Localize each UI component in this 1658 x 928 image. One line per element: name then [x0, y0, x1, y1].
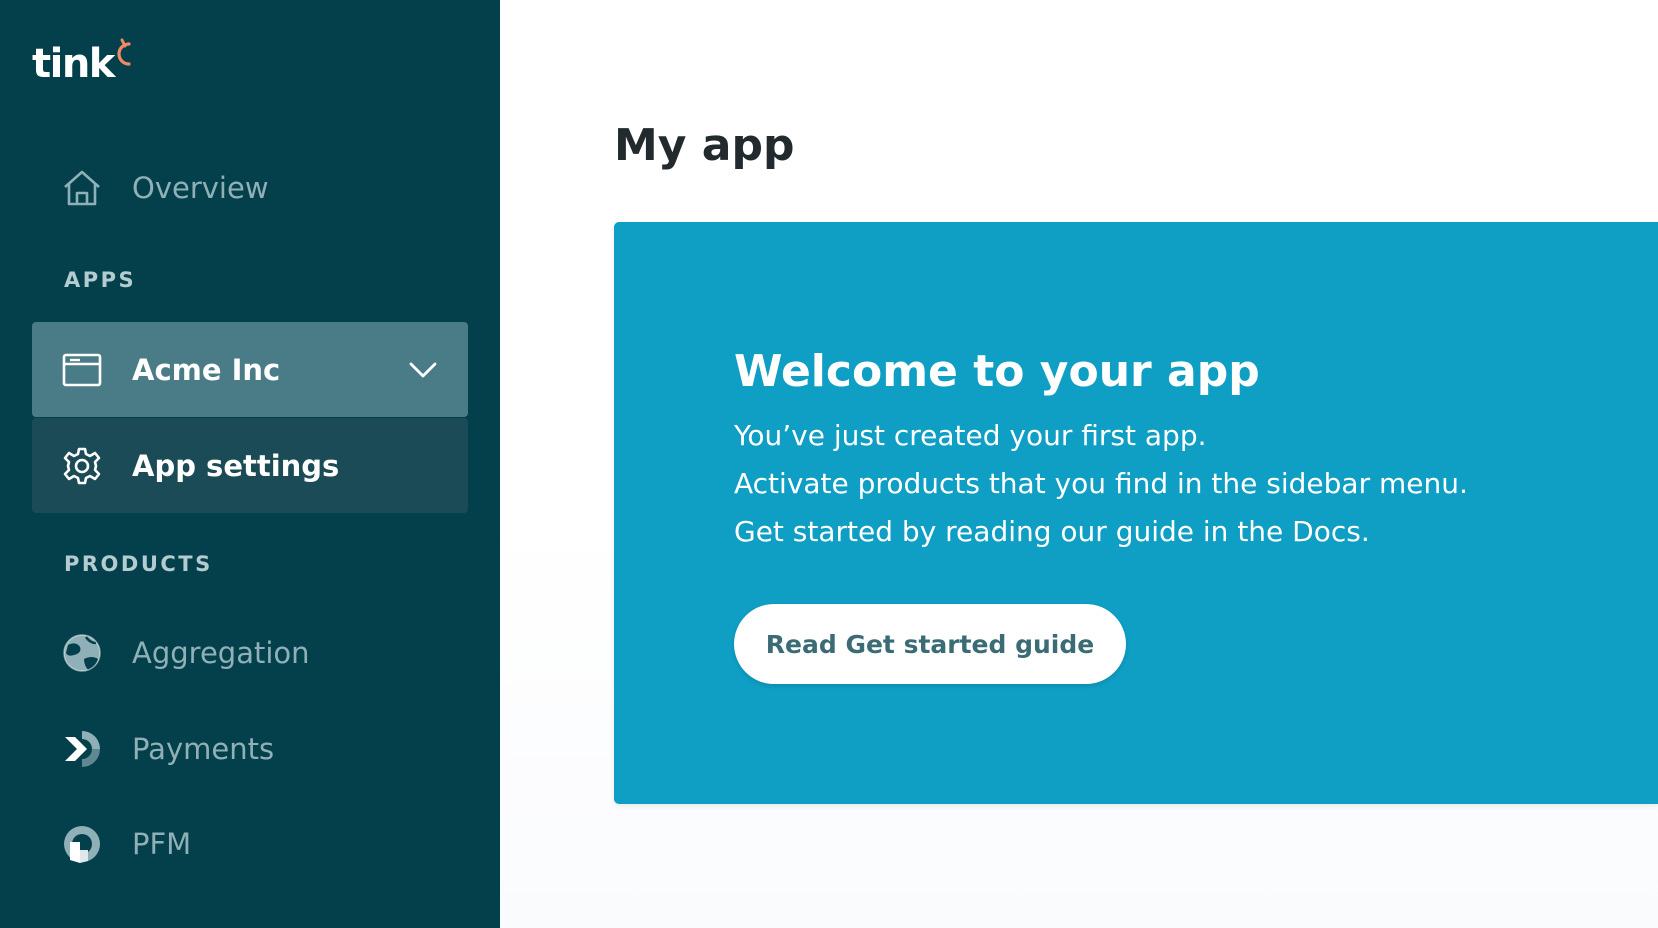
products-section-heading: PRODUCTS	[64, 552, 213, 576]
welcome-card: Welcome to your app You’ve just created …	[614, 222, 1658, 804]
sidebar-item-payments[interactable]: Payments	[32, 701, 468, 796]
app-window: tink Overview APPS Acme Inc App settings…	[0, 0, 1658, 928]
main-content: My app Welcome to your app You’ve just c…	[500, 0, 1658, 928]
welcome-line: Get started by reading our guide in the …	[734, 515, 1370, 548]
logo-text: tink	[32, 41, 115, 87]
gear-icon	[62, 446, 102, 486]
apps-section-heading: APPS	[64, 268, 137, 292]
sidebar-item-label: Overview	[132, 170, 269, 205]
globe-icon	[62, 633, 102, 673]
home-icon	[62, 168, 102, 208]
welcome-title: Welcome to your app	[734, 346, 1260, 397]
logo-mark-icon	[117, 38, 131, 66]
read-get-started-guide-button[interactable]: Read Get started guide	[734, 604, 1126, 684]
welcome-line: Activate products that you find in the s…	[734, 467, 1468, 500]
sidebar-item-pfm[interactable]: PFM	[32, 796, 468, 891]
welcome-text: You’ve just created your first app. Acti…	[734, 412, 1468, 556]
app-selector-label: Acme Inc	[132, 352, 281, 387]
tink-logo[interactable]: tink	[32, 38, 136, 90]
window-icon	[62, 350, 102, 390]
sidebar-item-aggregation[interactable]: Aggregation	[32, 605, 468, 700]
page-title: My app	[614, 120, 795, 171]
welcome-line: You’ve just created your first app.	[734, 419, 1207, 452]
sidebar-item-label: App settings	[132, 448, 340, 483]
sidebar-item-label: Payments	[132, 731, 275, 766]
sidebar: tink Overview APPS Acme Inc App settings…	[0, 0, 500, 928]
app-selector-acme-inc[interactable]: Acme Inc	[32, 322, 468, 417]
sidebar-item-app-settings[interactable]: App settings	[32, 418, 468, 513]
pfm-icon	[62, 824, 102, 864]
sidebar-item-label: PFM	[132, 826, 192, 861]
payments-arrow-icon	[62, 729, 102, 769]
sidebar-item-label: Aggregation	[132, 635, 310, 670]
chevron-down-icon[interactable]	[408, 355, 438, 385]
sidebar-item-overview[interactable]: Overview	[32, 140, 468, 235]
